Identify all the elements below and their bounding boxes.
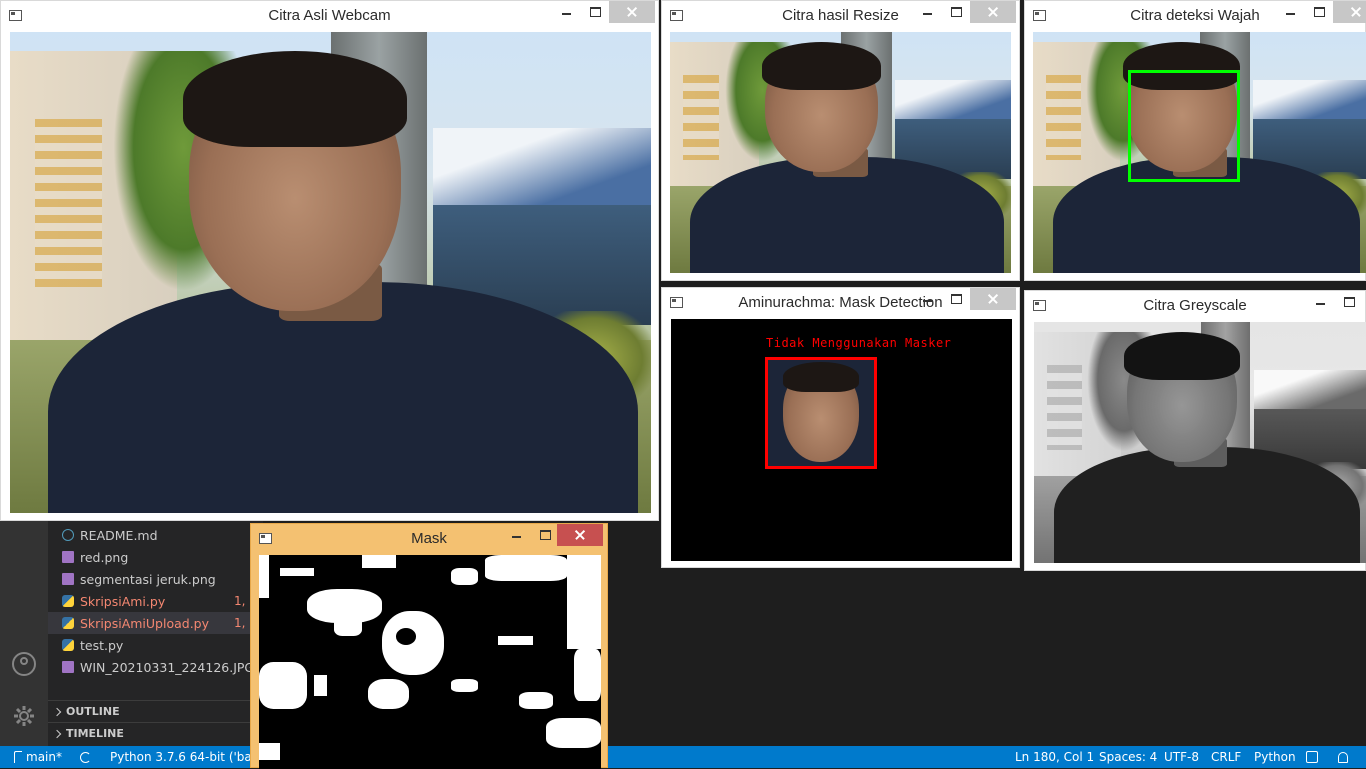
git-branch-icon [14,751,22,763]
chevron-right-icon [52,729,62,738]
file-name: WIN_20210331_224126.JPG [80,659,255,675]
image-file-icon [62,573,74,585]
file-name: SkripsiAmiUpload.py [80,615,210,631]
account-icon[interactable] [12,652,36,676]
language-mode[interactable]: Python [1254,746,1296,768]
minimize-button[interactable] [914,1,942,23]
file-name: segmentasi jeruk.png [80,571,216,587]
line-ending[interactable]: CRLF [1211,746,1241,768]
info-icon [62,529,74,541]
window-mask-detection[interactable]: Aminurachma: Mask Detection Tidak Menggu… [661,287,1020,568]
maximize-button[interactable] [1305,1,1333,23]
encoding[interactable]: UTF-8 [1164,746,1199,768]
no-mask-bounding-box [765,357,877,469]
close-button[interactable] [557,524,603,546]
file-item-skripsiamiupload[interactable]: SkripsiAmiUpload.py [48,612,263,634]
python-file-icon [62,617,74,629]
minimize-button[interactable] [1307,291,1335,313]
outline-section-header[interactable]: OUTLINE [48,700,263,722]
gear-icon[interactable] [12,704,36,728]
resize-frame [670,32,1011,273]
image-file-icon [62,551,74,563]
sync-icon[interactable] [80,746,94,768]
face-bounding-box [1128,70,1240,182]
file-item-segmentasi-jeruk[interactable]: segmentasi jeruk.png [48,568,263,590]
maximize-button[interactable] [1335,291,1363,313]
indentation[interactable]: Spaces: 4 [1099,746,1157,768]
feedback-icon[interactable] [1306,746,1318,768]
chevron-right-icon [52,707,62,716]
minimize-button[interactable] [503,524,531,546]
timeline-label: TIMELINE [66,727,124,740]
greyscale-frame [1034,322,1366,563]
python-interpreter[interactable]: Python 3.7.6 64-bit ('base': [110,746,273,768]
window-mask[interactable]: Mask [250,523,608,769]
face-detection-frame [1033,32,1366,273]
cursor-position[interactable]: Ln 180, Col 1 [1015,746,1094,768]
window-webcam[interactable]: Citra Asli Webcam [0,0,659,521]
window-resize[interactable]: Citra hasil Resize [661,0,1020,281]
file-name: red.png [80,549,129,565]
maximize-button[interactable] [942,1,970,23]
branch-indicator[interactable]: main* [14,746,62,768]
file-name: SkripsiAmi.py [80,593,166,609]
outline-label: OUTLINE [66,705,120,718]
close-button[interactable] [1333,1,1366,23]
status-bar: main* Python 3.7.6 64-bit ('base': Ln 18… [0,746,1366,768]
mask-frame [259,555,601,769]
maximize-button[interactable] [942,288,970,310]
window-face-detection[interactable]: Citra deteksi Wajah [1024,0,1366,281]
file-item-skripsiami[interactable]: SkripsiAmi.py [48,590,263,612]
file-item-test-py[interactable]: test.py [48,634,263,656]
branch-name: main* [26,750,62,764]
webcam-frame [10,32,651,513]
detection-label: Tidak Menggunakan Masker [766,336,952,350]
close-button[interactable] [970,288,1016,310]
maximize-button[interactable] [531,524,559,546]
maximize-button[interactable] [581,1,609,23]
window-greyscale[interactable]: Citra Greyscale [1024,290,1366,571]
mask-detection-frame: Tidak Menggunakan Masker [671,319,1012,561]
file-name: test.py [80,637,124,653]
close-button[interactable] [609,1,655,23]
python-file-icon [62,639,74,651]
minimize-button[interactable] [553,1,581,23]
minimize-button[interactable] [914,288,942,310]
python-file-icon [62,595,74,607]
file-item-win-jpg[interactable]: WIN_20210331_224126.JPG [48,656,263,678]
file-name: README.md [80,527,158,543]
file-item-red-png[interactable]: red.png [48,546,263,568]
minimize-button[interactable] [1277,1,1305,23]
timeline-section-header[interactable]: TIMELINE [48,722,263,744]
bell-icon[interactable] [1338,746,1348,768]
image-file-icon [62,661,74,673]
close-button[interactable] [970,1,1016,23]
file-item-readme[interactable]: README.md [48,524,263,546]
